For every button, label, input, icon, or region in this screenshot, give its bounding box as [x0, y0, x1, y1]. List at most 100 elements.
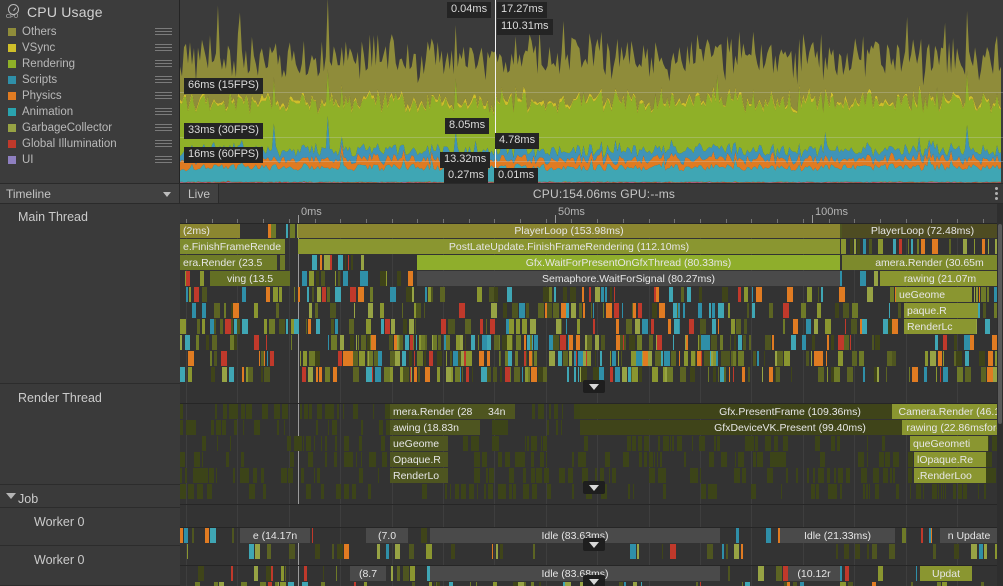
timeline-sample-block[interactable] — [657, 452, 658, 467]
timeline-sample-block[interactable] — [700, 468, 701, 483]
timeline-sample-block[interactable] — [459, 303, 465, 318]
timeline-sample-block[interactable] — [180, 367, 185, 382]
timeline-sample-block[interactable] — [811, 484, 815, 499]
timeline-sample-block[interactable] — [519, 303, 525, 318]
timeline-sample-block[interactable] — [482, 452, 487, 467]
timeline-sample-block[interactable] — [954, 544, 959, 559]
timeline-sample-block[interactable] — [200, 271, 204, 286]
timeline-sample-block[interactable] — [519, 452, 525, 467]
timeline-sample-block[interactable] — [584, 436, 588, 451]
timeline-sample-block[interactable] — [309, 303, 312, 318]
timeline-sample-block[interactable] — [335, 436, 337, 451]
timeline-sample-block[interactable] — [605, 452, 610, 467]
timeline-sample-block[interactable] — [286, 319, 288, 334]
timeline-sample-block[interactable] — [359, 468, 363, 483]
timeline-sample-block[interactable] — [736, 319, 741, 334]
legend-item-ui[interactable]: UI — [0, 152, 179, 168]
timeline-sample-block[interactable] — [366, 367, 372, 382]
timeline-sample-block[interactable] — [838, 351, 843, 366]
timeline-sample-block[interactable] — [875, 484, 879, 499]
timeline-sample-block[interactable] — [351, 255, 353, 270]
timeline-sample-block[interactable] — [801, 303, 806, 318]
timeline-sample-block[interactable] — [190, 420, 196, 435]
timeline-sample-block[interactable] — [593, 319, 595, 334]
worker-sample-bar[interactable]: Idle (83.68ms) — [430, 566, 720, 581]
timeline-sample-block[interactable] — [425, 287, 427, 302]
timeline-sample-block[interactable] — [361, 335, 366, 350]
timeline-sample-block[interactable] — [649, 452, 653, 467]
timeline-sample-bar[interactable]: Gfx.WaitForPresentOnGfxThread (80.33ms) — [417, 255, 840, 270]
timeline-sample-block[interactable] — [417, 351, 423, 366]
timeline-sample-block[interactable] — [188, 367, 192, 382]
timeline-sample-block[interactable] — [983, 303, 986, 318]
timeline-sample-block[interactable] — [460, 367, 461, 382]
timeline-sample-block[interactable] — [963, 484, 967, 499]
timeline-sample-block[interactable] — [943, 335, 947, 350]
timeline-sample-block[interactable] — [549, 351, 555, 366]
timeline-sample-block[interactable] — [569, 351, 572, 366]
timeline-sample-block[interactable] — [757, 351, 759, 366]
timeline-sample-block[interactable] — [358, 335, 359, 350]
timeline-sample-block[interactable] — [347, 452, 353, 467]
legend-item-global-illumination[interactable]: Global Illumination — [0, 136, 179, 152]
timeline-sample-block[interactable] — [273, 287, 278, 302]
timeline-sample-block[interactable] — [742, 367, 745, 382]
timeline-sample-block[interactable] — [938, 351, 942, 366]
timeline-sample-block[interactable] — [890, 287, 894, 302]
timeline-sample-block[interactable] — [875, 335, 880, 350]
overflow-menu-icon[interactable] — [989, 184, 1003, 203]
timeline-sample-block[interactable] — [522, 367, 523, 382]
timeline-sample-block[interactable] — [916, 566, 917, 581]
timeline-sample-block[interactable] — [226, 452, 229, 467]
timeline-sample-block[interactable] — [708, 367, 709, 382]
timeline-sample-block[interactable] — [391, 566, 393, 581]
timeline-sample-block[interactable] — [412, 287, 414, 302]
timeline-sample-block[interactable] — [644, 436, 649, 451]
timeline-sample-block[interactable] — [834, 468, 836, 483]
timeline-sample-block[interactable] — [664, 351, 670, 366]
timeline-sample-block[interactable] — [526, 303, 529, 318]
timeline-sample-block[interactable] — [589, 287, 591, 302]
legend-item-physics[interactable]: Physics — [0, 88, 179, 104]
timeline-sample-block[interactable] — [429, 351, 433, 366]
timeline-sample-block[interactable] — [479, 351, 484, 366]
timeline-sample-block[interactable] — [553, 335, 559, 350]
timeline-sample-block[interactable] — [188, 351, 194, 366]
timeline-sample-block[interactable] — [466, 351, 472, 366]
timeline-sample-block[interactable] — [633, 303, 636, 318]
timeline-sample-block[interactable] — [925, 351, 928, 366]
timeline-sample-block[interactable] — [277, 420, 279, 435]
timeline-sample-block[interactable] — [547, 468, 549, 483]
timeline-sample-block[interactable] — [765, 335, 771, 350]
timeline-sample-block[interactable] — [878, 239, 883, 254]
timeline-sample-block[interactable] — [217, 436, 218, 451]
timeline-sample-block[interactable] — [957, 367, 963, 382]
timeline-sample-block[interactable] — [350, 287, 356, 302]
timeline-sample-block[interactable] — [317, 468, 320, 483]
timeline-sample-block[interactable] — [285, 566, 286, 581]
timeline-sample-block[interactable] — [724, 367, 726, 382]
timeline-sample-block[interactable] — [403, 319, 407, 334]
timeline-sample-block[interactable] — [547, 303, 552, 318]
timeline-sample-block[interactable] — [644, 452, 647, 467]
timeline-sample-block[interactable] — [791, 335, 796, 350]
timeline-sample-block[interactable] — [796, 468, 798, 483]
timeline-sample-block[interactable] — [270, 351, 274, 366]
timeline-sample-block[interactable] — [718, 367, 719, 382]
timeline-sample-block[interactable] — [241, 404, 245, 419]
timeline-sample-block[interactable] — [811, 351, 812, 366]
timeline-sample-block[interactable] — [438, 335, 441, 350]
timeline-sample-block[interactable] — [924, 367, 927, 382]
timeline-sample-block[interactable] — [698, 303, 702, 318]
timeline-sample-block[interactable] — [832, 484, 837, 499]
timeline-sample-block[interactable] — [869, 239, 872, 254]
timeline-sample-block[interactable] — [359, 351, 365, 366]
timeline-sample-block[interactable] — [838, 468, 843, 483]
timeline-sample-block[interactable] — [335, 319, 338, 334]
timeline-sample-block[interactable] — [286, 404, 288, 419]
timeline-sample-block[interactable] — [827, 335, 829, 350]
timeline-sample-block[interactable] — [902, 528, 906, 543]
timeline-sample-block[interactable] — [268, 582, 272, 586]
timeline-sample-block[interactable] — [751, 484, 756, 499]
timeline-sample-bar[interactable]: PlayerLoop (153.98ms) — [298, 223, 840, 238]
